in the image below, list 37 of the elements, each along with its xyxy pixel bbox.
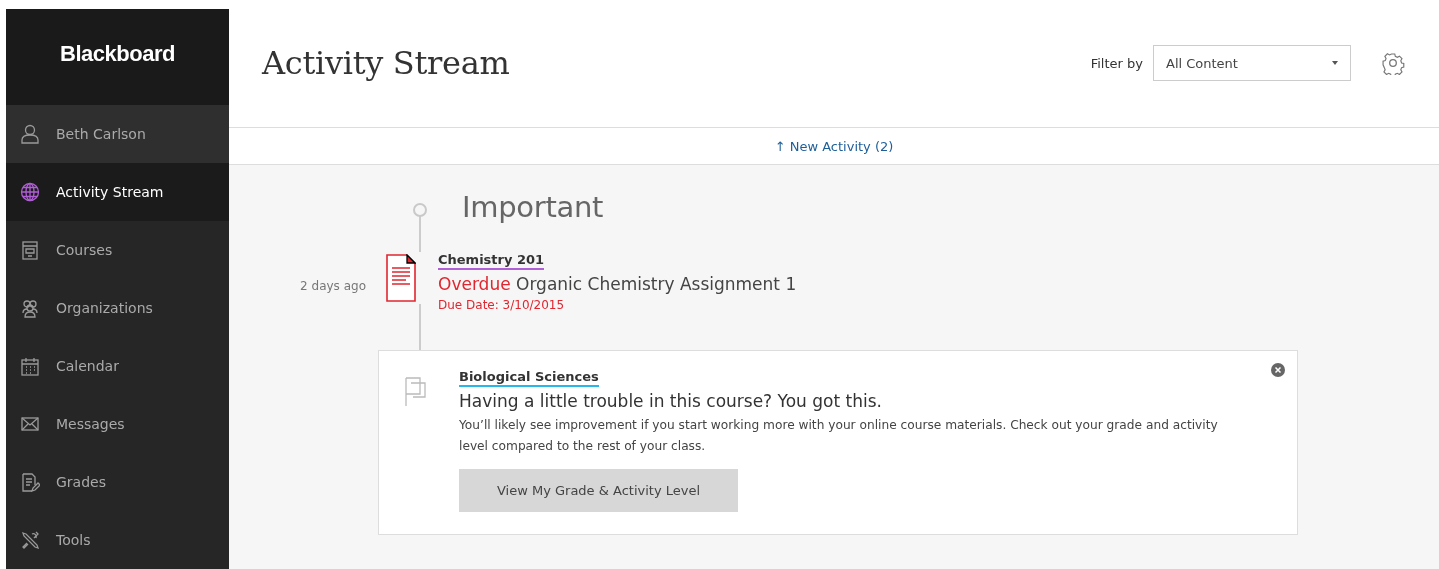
filter-dropdown[interactable]: All Content bbox=[1153, 45, 1351, 81]
course-link[interactable]: Biological Sciences bbox=[459, 369, 599, 387]
section-heading: Important bbox=[462, 190, 604, 224]
timeline-node bbox=[413, 203, 427, 217]
people-icon bbox=[20, 298, 40, 318]
calendar-icon bbox=[20, 356, 40, 376]
person-icon bbox=[20, 124, 40, 144]
globe-icon bbox=[20, 182, 40, 202]
view-grade-button[interactable]: View My Grade & Activity Level bbox=[459, 469, 738, 512]
settings-icon bbox=[1381, 51, 1405, 75]
status-label: Overdue bbox=[438, 274, 511, 294]
logo-text: Blackboard bbox=[60, 41, 175, 67]
nav-item[interactable]: Organizations bbox=[6, 279, 229, 337]
notice-title: Having a little trouble in this course? You got this. bbox=[459, 391, 882, 411]
close-icon bbox=[1271, 363, 1285, 377]
nav-item[interactable]: Tools bbox=[6, 511, 229, 569]
envelope-icon bbox=[20, 414, 40, 434]
profile-link[interactable]: Beth Carlson bbox=[6, 105, 229, 163]
due-date: Due Date: 3/10/2015 bbox=[438, 298, 565, 312]
nav-item[interactable]: Courses bbox=[6, 221, 229, 279]
new-activity-link[interactable]: ↑ New Activity (2) bbox=[774, 138, 894, 154]
close-button[interactable] bbox=[1271, 363, 1285, 377]
notice-text: You’ll likely see improvement if you start working more with your online course materials. Check out your grade and activity level compared to the rest of your class. bbox=[459, 417, 1219, 455]
caret-icon bbox=[1332, 61, 1338, 65]
document-pencil-icon bbox=[20, 472, 40, 492]
settings-button[interactable] bbox=[1381, 51, 1405, 75]
document-icon bbox=[20, 240, 40, 260]
assignment-name[interactable]: Organic Chemistry Assignment 1 bbox=[516, 274, 797, 294]
flag-icon bbox=[405, 377, 427, 407]
course-link[interactable]: Chemistry 201 bbox=[438, 252, 545, 270]
nav-item[interactable]: Activity Stream bbox=[6, 163, 229, 221]
nav-item[interactable]: Calendar bbox=[6, 337, 229, 395]
nav-item[interactable]: Messages bbox=[6, 395, 229, 453]
nav-item[interactable]: Grades bbox=[6, 453, 229, 511]
filter-label: Filter by bbox=[1090, 55, 1143, 71]
page-title: Activity Stream bbox=[262, 44, 511, 82]
timestamp: 2 days ago bbox=[299, 279, 366, 293]
